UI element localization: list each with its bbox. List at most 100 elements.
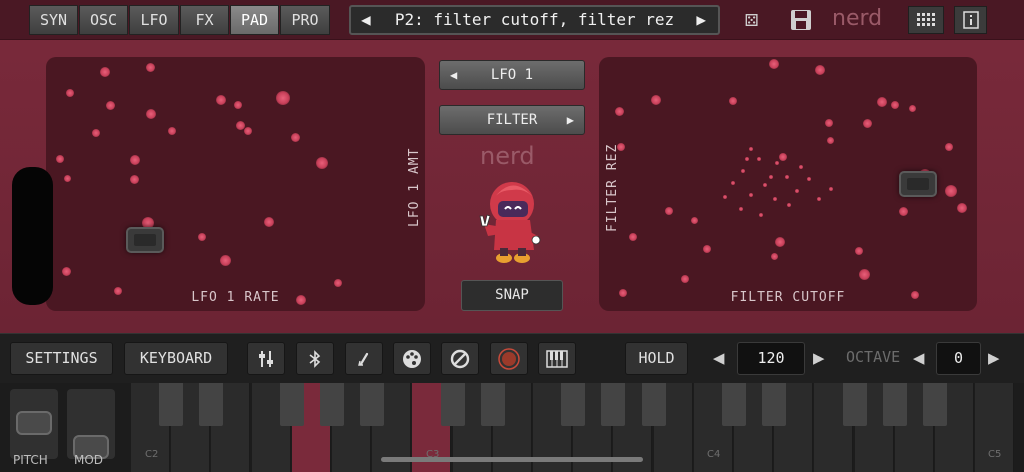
piano-icon[interactable] — [538, 342, 576, 375]
tab-fx[interactable]: FX — [180, 5, 229, 35]
tab-osc[interactable]: OSC — [79, 5, 128, 35]
tab-syn[interactable]: SYN — [29, 5, 78, 35]
black-key[interactable] — [199, 383, 224, 426]
particle-dot — [815, 65, 825, 75]
octave-increase-icon[interactable]: ▶ — [988, 346, 999, 371]
black-key[interactable] — [480, 383, 505, 426]
particle-dot — [130, 175, 139, 184]
particle-dot — [795, 189, 799, 193]
tab-lfo[interactable]: LFO — [129, 5, 179, 35]
particle-dot — [615, 107, 624, 116]
particle-dot — [146, 109, 156, 119]
particle-dot — [945, 143, 953, 151]
left-pad-handle[interactable] — [126, 227, 164, 253]
octave-label-c4: C4 — [707, 449, 721, 460]
nerd-logo: nerd — [832, 6, 883, 31]
black-key[interactable] — [882, 383, 907, 426]
octave-decrease-icon[interactable]: ◀ — [913, 346, 924, 371]
black-key[interactable] — [641, 383, 666, 426]
nerd-logo-center: nerd — [480, 142, 535, 170]
mixer-sliders-icon[interactable] — [247, 342, 285, 375]
particle-dot — [775, 237, 785, 247]
side-drawer-handle[interactable] — [12, 167, 53, 305]
particle-dot — [681, 275, 689, 283]
particle-dot — [234, 101, 242, 109]
black-key[interactable] — [320, 383, 344, 426]
keyboard-button[interactable]: KEYBOARD — [124, 342, 228, 375]
no-entry-icon[interactable] — [441, 342, 479, 375]
particle-dot — [146, 63, 155, 72]
top-bar: SYN OSC LFO FX PAD PRO ◀ P2: filter cuto… — [0, 0, 1024, 40]
mod-source-selector[interactable]: ◀ LFO 1 — [439, 60, 585, 90]
pitch-wheel[interactable] — [10, 389, 58, 459]
black-key[interactable] — [561, 383, 586, 426]
particle-dot — [723, 195, 727, 199]
particle-dot — [807, 177, 811, 181]
right-pad-handle[interactable] — [899, 171, 937, 197]
particle-dot — [799, 165, 803, 169]
black-key[interactable] — [440, 383, 465, 426]
black-key[interactable] — [722, 383, 746, 426]
preset-prev-icon[interactable]: ◀ — [361, 7, 371, 33]
black-key[interactable] — [159, 383, 184, 426]
octave-value[interactable]: 0 — [936, 342, 981, 375]
particle-dot — [891, 101, 899, 109]
tempo-value[interactable]: 120 — [737, 342, 805, 375]
particle-dot — [957, 203, 967, 213]
particle-dot — [665, 207, 673, 215]
particle-dot — [130, 155, 140, 165]
black-key[interactable] — [601, 383, 626, 426]
info-icon[interactable] — [954, 6, 987, 34]
dice-icon[interactable]: ⚄ — [745, 6, 758, 34]
settings-button[interactable]: SETTINGS — [10, 342, 113, 375]
grid-icon[interactable] — [908, 6, 944, 34]
tempo-increase-icon[interactable]: ▶ — [813, 346, 824, 371]
particle-dot — [731, 181, 735, 185]
mod-wheel[interactable] — [67, 389, 115, 459]
bluetooth-icon[interactable] — [296, 342, 334, 375]
particle-dot — [773, 197, 777, 201]
left-xy-pad[interactable]: LFO 1 RATE LFO 1 AMT — [46, 57, 425, 311]
black-key[interactable] — [360, 383, 385, 426]
particle-dot — [316, 157, 328, 169]
octave-label-c5: C5 — [988, 449, 1002, 460]
snap-button[interactable]: SNAP — [461, 280, 563, 311]
black-key[interactable] — [762, 383, 787, 426]
target-next-icon[interactable]: ▶ — [567, 106, 574, 134]
record-icon[interactable] — [490, 342, 528, 375]
particle-dot — [909, 105, 916, 112]
particle-dot — [877, 97, 887, 107]
particle-dot — [244, 127, 252, 135]
hold-button[interactable]: HOLD — [625, 342, 688, 375]
right-xy-pad[interactable]: FILTER CUTOFF FILTER REZ — [599, 57, 977, 311]
link-icon[interactable] — [345, 342, 383, 375]
particle-dot — [775, 161, 779, 165]
particle-dot — [334, 279, 342, 287]
palette-icon[interactable] — [393, 342, 431, 375]
source-prev-icon[interactable]: ◀ — [450, 61, 457, 89]
preset-name: P2: filter cutoff, filter rez — [394, 10, 675, 29]
particle-dot — [855, 247, 863, 255]
particle-dot — [729, 97, 737, 105]
save-icon[interactable] — [790, 6, 812, 39]
mod-label: MOD — [74, 453, 104, 467]
mod-target-selector[interactable]: FILTER ▶ — [439, 105, 585, 135]
particle-dot — [56, 155, 64, 163]
particle-dot — [220, 255, 231, 266]
mascot-icon — [479, 182, 541, 263]
tab-pro[interactable]: PRO — [280, 5, 330, 35]
black-key[interactable] — [279, 383, 304, 426]
preset-next-icon[interactable]: ▶ — [696, 7, 706, 33]
tab-pad[interactable]: PAD — [230, 5, 279, 35]
particle-dot — [749, 147, 753, 151]
left-pad-x-label: LFO 1 RATE — [191, 290, 280, 305]
tempo-decrease-icon[interactable]: ◀ — [713, 346, 724, 371]
particle-dot — [825, 119, 833, 127]
black-key[interactable] — [923, 383, 947, 426]
preset-selector[interactable]: ◀ P2: filter cutoff, filter rez ▶ — [349, 5, 720, 35]
particle-dot — [779, 153, 787, 161]
particle-dot — [691, 217, 698, 224]
black-key[interactable] — [842, 383, 867, 426]
octave-label: OCTAVE — [846, 348, 901, 366]
pitch-label: PITCH — [13, 453, 48, 467]
